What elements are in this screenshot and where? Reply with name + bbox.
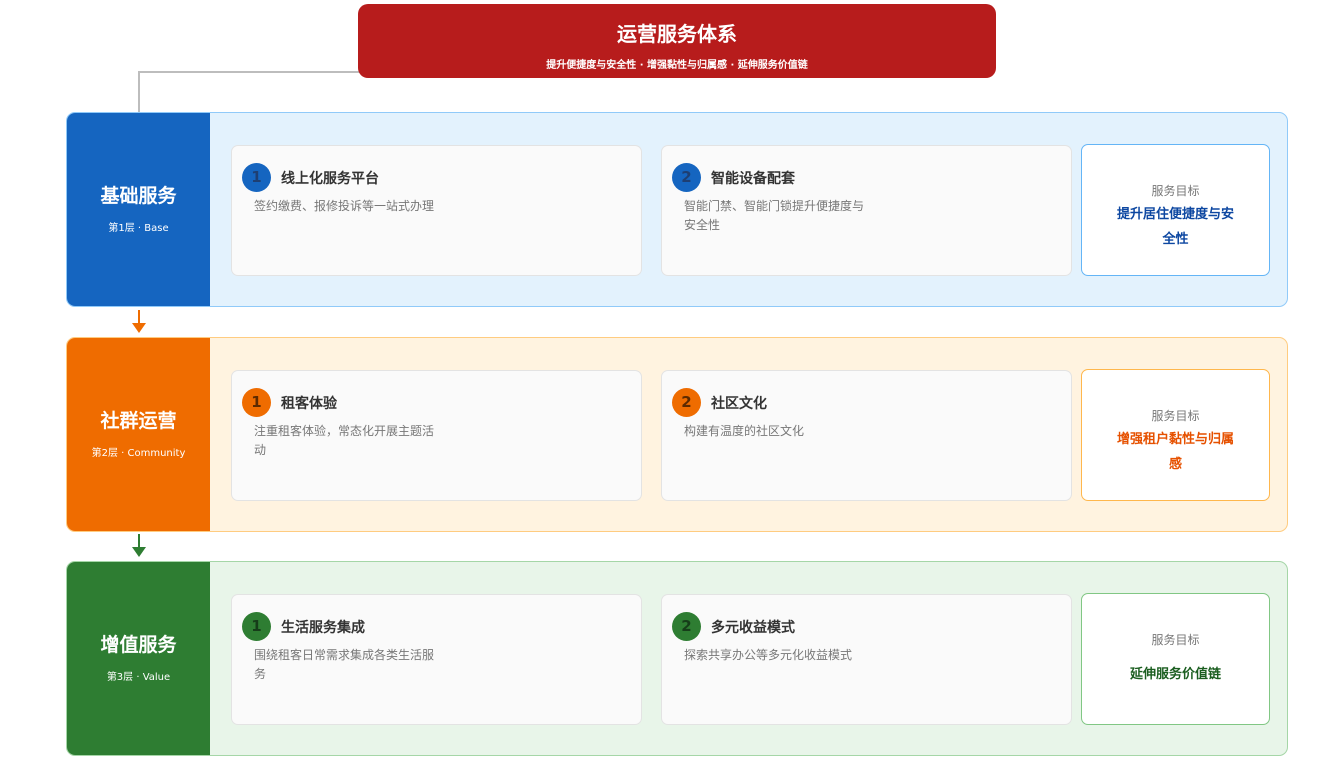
down-arrow-icon: [130, 534, 148, 560]
card-number-badge: 2: [672, 612, 701, 641]
goal-box: 服务目标 提升居住便捷度与安全性: [1081, 144, 1270, 276]
goal-value: 延伸服务价值链: [1129, 667, 1221, 682]
layer-value: 增值服务 第3层 · Value 1 生活服务集成 围绕租客日常需求集成各类生活…: [66, 561, 1288, 756]
goal-box: 服务目标 增强租户黏性与归属感: [1081, 369, 1270, 501]
service-card: 1 租客体验 注重租客体验，常态化开展主题活动: [231, 370, 642, 501]
card-number-badge: 1: [242, 612, 271, 641]
goal-label: 服务目标: [1151, 633, 1200, 647]
layer-community-name: 社群运营: [100, 410, 177, 432]
layer-base: 基础服务 第1层 · Base 1 线上化服务平台 签约缴费、报修投诉等一站式办…: [66, 112, 1288, 307]
card-description: 构建有温度的社区文化: [684, 424, 805, 438]
service-card: 2 智能设备配套 智能门禁、智能门锁提升便捷度与安全性: [661, 145, 1072, 276]
layer-community-tag: 第2层 · Community: [91, 448, 186, 459]
system-header: 运营服务体系 提升便捷度与安全性 · 增强黏性与归属感 · 延伸服务价值链: [358, 4, 996, 78]
service-card: 1 生活服务集成 围绕租客日常需求集成各类生活服务: [231, 594, 642, 725]
layer-base-name: 基础服务: [100, 185, 177, 207]
layer-value-tag: 第3层 · Value: [106, 672, 171, 683]
service-card: 2 多元收益模式 探索共享办公等多元化收益模式: [661, 594, 1072, 725]
service-card: 1 线上化服务平台 签约缴费、报修投诉等一站式办理: [231, 145, 642, 276]
card-title: 多元收益模式: [711, 620, 795, 636]
layer-value-name: 增值服务: [100, 634, 177, 656]
card-number-badge: 2: [672, 163, 701, 192]
card-number-badge: 2: [672, 388, 701, 417]
layer-community-side: 社群运营 第2层 · Community: [67, 338, 210, 531]
card-title: 智能设备配套: [711, 171, 795, 187]
card-title: 线上化服务平台: [281, 171, 379, 187]
goal-value: 增强租户黏性与归属感: [1116, 432, 1234, 472]
goal-label: 服务目标: [1151, 409, 1200, 423]
goal-box: 服务目标 延伸服务价值链: [1081, 593, 1270, 725]
card-description: 智能门禁、智能门锁提升便捷度与安全性: [684, 199, 865, 232]
card-title: 租客体验: [281, 396, 337, 412]
card-description: 围绕租客日常需求集成各类生活服务: [254, 648, 435, 681]
service-card: 2 社区文化 构建有温度的社区文化: [661, 370, 1072, 501]
card-description: 探索共享办公等多元化收益模式: [684, 648, 853, 662]
card-number-badge: 1: [242, 388, 271, 417]
header-subtitle: 提升便捷度与安全性 · 增强黏性与归属感 · 延伸服务价值链: [546, 60, 808, 71]
goal-value: 提升居住便捷度与安全性: [1116, 207, 1234, 247]
layer-community: 社群运营 第2层 · Community 1 租客体验 注重租客体验，常态化开展…: [66, 337, 1288, 532]
card-title: 生活服务集成: [281, 620, 365, 636]
down-arrow-icon: [130, 310, 148, 336]
goal-label: 服务目标: [1151, 184, 1200, 198]
card-title: 社区文化: [711, 396, 767, 412]
layer-base-tag: 第1层 · Base: [108, 223, 169, 234]
card-description: 签约缴费、报修投诉等一站式办理: [254, 199, 435, 213]
layer-base-side: 基础服务 第1层 · Base: [67, 113, 210, 306]
card-description: 注重租客体验，常态化开展主题活动: [254, 424, 435, 457]
layer-value-side: 增值服务 第3层 · Value: [67, 562, 210, 755]
card-number-badge: 1: [242, 163, 271, 192]
header-title: 运营服务体系: [617, 22, 737, 46]
